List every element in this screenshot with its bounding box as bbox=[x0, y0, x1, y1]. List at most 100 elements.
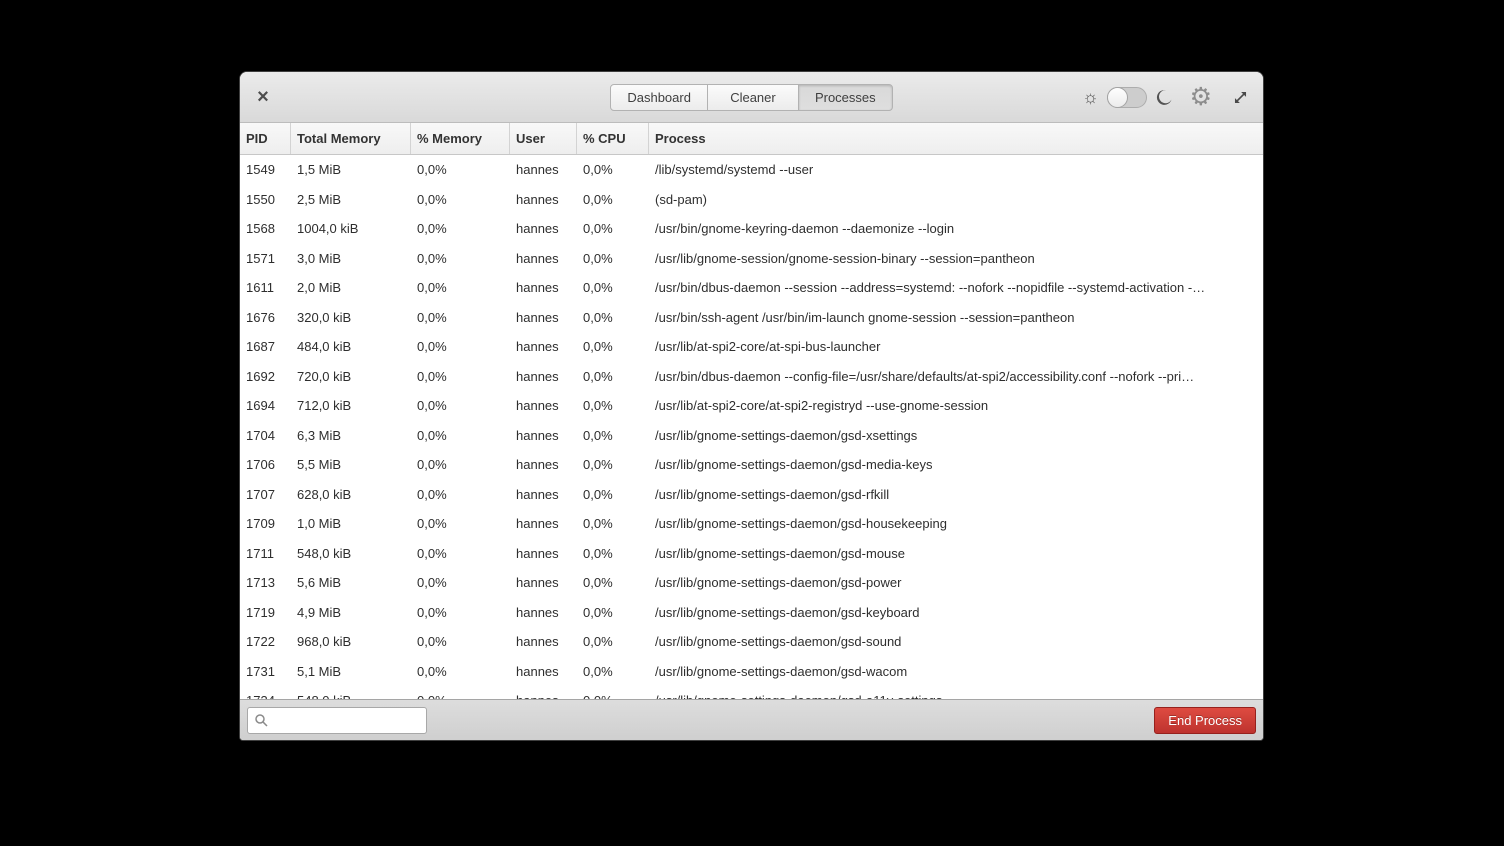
table-row[interactable]: 1731 5,1 MiB 0,0% hannes 0,0% /usr/lib/g… bbox=[240, 657, 1263, 687]
cell-user: hannes bbox=[510, 398, 577, 413]
cell-total-memory: 5,6 MiB bbox=[291, 575, 411, 590]
cell-pid: 1722 bbox=[240, 634, 291, 649]
table-row[interactable]: 1550 2,5 MiB 0,0% hannes 0,0% (sd-pam) bbox=[240, 185, 1263, 215]
close-button[interactable]: × bbox=[248, 72, 278, 122]
cell-memory-pct: 0,0% bbox=[411, 221, 510, 236]
cell-total-memory: 320,0 kiB bbox=[291, 310, 411, 325]
cell-cpu-pct: 0,0% bbox=[577, 575, 649, 590]
cell-process: /usr/bin/ssh-agent /usr/bin/im-launch gn… bbox=[649, 310, 1263, 325]
cell-cpu-pct: 0,0% bbox=[577, 516, 649, 531]
table-row[interactable]: 1692 720,0 kiB 0,0% hannes 0,0% /usr/bin… bbox=[240, 362, 1263, 392]
light-mode-icon: ☼ bbox=[1082, 88, 1099, 106]
cell-process: (sd-pam) bbox=[649, 192, 1263, 207]
cell-process: /usr/lib/gnome-settings-daemon/gsd-keybo… bbox=[649, 605, 1263, 620]
dark-mode-toggle[interactable] bbox=[1107, 87, 1147, 108]
tab-dashboard[interactable]: Dashboard bbox=[610, 84, 708, 111]
fullscreen-icon[interactable] bbox=[1232, 89, 1249, 106]
cell-process: /usr/lib/gnome-settings-daemon/gsd-xsett… bbox=[649, 428, 1263, 443]
cell-process: /usr/lib/gnome-settings-daemon/gsd-house… bbox=[649, 516, 1263, 531]
column-header-total-memory[interactable]: Total Memory bbox=[291, 123, 411, 154]
table-row[interactable]: 1706 5,5 MiB 0,0% hannes 0,0% /usr/lib/g… bbox=[240, 450, 1263, 480]
cell-process: /usr/lib/gnome-settings-daemon/gsd-sound bbox=[649, 634, 1263, 649]
cell-cpu-pct: 0,0% bbox=[577, 428, 649, 443]
cell-process: /usr/lib/gnome-settings-daemon/gsd-rfkil… bbox=[649, 487, 1263, 502]
table-row[interactable]: 1568 1004,0 kiB 0,0% hannes 0,0% /usr/bi… bbox=[240, 214, 1263, 244]
end-process-button[interactable]: End Process bbox=[1154, 707, 1256, 734]
cell-user: hannes bbox=[510, 251, 577, 266]
cell-user: hannes bbox=[510, 516, 577, 531]
column-header-user[interactable]: User bbox=[510, 123, 577, 154]
table-row[interactable]: 1611 2,0 MiB 0,0% hannes 0,0% /usr/bin/d… bbox=[240, 273, 1263, 303]
cell-memory-pct: 0,0% bbox=[411, 162, 510, 177]
cell-cpu-pct: 0,0% bbox=[577, 310, 649, 325]
cell-memory-pct: 0,0% bbox=[411, 310, 510, 325]
table-row[interactable]: 1704 6,3 MiB 0,0% hannes 0,0% /usr/lib/g… bbox=[240, 421, 1263, 451]
table-row[interactable]: 1707 628,0 kiB 0,0% hannes 0,0% /usr/lib… bbox=[240, 480, 1263, 510]
table-row[interactable]: 1713 5,6 MiB 0,0% hannes 0,0% /usr/lib/g… bbox=[240, 568, 1263, 598]
cell-memory-pct: 0,0% bbox=[411, 605, 510, 620]
cell-total-memory: 1,0 MiB bbox=[291, 516, 411, 531]
search-input[interactable] bbox=[273, 708, 420, 733]
column-header-cpu-pct[interactable]: % CPU bbox=[577, 123, 649, 154]
tab-processes[interactable]: Processes bbox=[798, 84, 893, 111]
cell-memory-pct: 0,0% bbox=[411, 546, 510, 561]
search-icon bbox=[254, 713, 269, 728]
cell-pid: 1719 bbox=[240, 605, 291, 620]
cell-memory-pct: 0,0% bbox=[411, 251, 510, 266]
cell-cpu-pct: 0,0% bbox=[577, 605, 649, 620]
cell-total-memory: 628,0 kiB bbox=[291, 487, 411, 502]
cell-cpu-pct: 0,0% bbox=[577, 487, 649, 502]
cell-process: /usr/lib/gnome-settings-daemon/gsd-wacom bbox=[649, 664, 1263, 679]
cell-total-memory: 2,5 MiB bbox=[291, 192, 411, 207]
table-row[interactable]: 1711 548,0 kiB 0,0% hannes 0,0% /usr/lib… bbox=[240, 539, 1263, 569]
cell-total-memory: 5,5 MiB bbox=[291, 457, 411, 472]
cell-pid: 1692 bbox=[240, 369, 291, 384]
cell-pid: 1713 bbox=[240, 575, 291, 590]
cell-cpu-pct: 0,0% bbox=[577, 457, 649, 472]
cell-user: hannes bbox=[510, 162, 577, 177]
cell-user: hannes bbox=[510, 634, 577, 649]
cell-user: hannes bbox=[510, 575, 577, 590]
toggle-knob bbox=[1107, 87, 1128, 108]
cell-cpu-pct: 0,0% bbox=[577, 634, 649, 649]
titlebar: × DashboardCleanerProcesses ☼ ⚙ bbox=[240, 72, 1263, 123]
table-row[interactable]: 1722 968,0 kiB 0,0% hannes 0,0% /usr/lib… bbox=[240, 627, 1263, 657]
cell-total-memory: 968,0 kiB bbox=[291, 634, 411, 649]
cell-pid: 1731 bbox=[240, 664, 291, 679]
cell-pid: 1549 bbox=[240, 162, 291, 177]
cell-process: /usr/bin/gnome-keyring-daemon --daemoniz… bbox=[649, 221, 1263, 236]
cell-total-memory: 1004,0 kiB bbox=[291, 221, 411, 236]
cell-cpu-pct: 0,0% bbox=[577, 398, 649, 413]
table-row[interactable]: 1709 1,0 MiB 0,0% hannes 0,0% /usr/lib/g… bbox=[240, 509, 1263, 539]
table-row[interactable]: 1687 484,0 kiB 0,0% hannes 0,0% /usr/lib… bbox=[240, 332, 1263, 362]
cell-pid: 1676 bbox=[240, 310, 291, 325]
settings-gear-icon[interactable]: ⚙ bbox=[1190, 85, 1212, 110]
cell-memory-pct: 0,0% bbox=[411, 664, 510, 679]
column-header-pid[interactable]: PID bbox=[240, 123, 291, 154]
column-header-process[interactable]: Process bbox=[649, 123, 1263, 154]
cell-pid: 1571 bbox=[240, 251, 291, 266]
cell-total-memory: 548,0 kiB bbox=[291, 546, 411, 561]
column-header-memory-pct[interactable]: % Memory bbox=[411, 123, 510, 154]
tab-cleaner[interactable]: Cleaner bbox=[707, 84, 799, 111]
cell-user: hannes bbox=[510, 546, 577, 561]
cell-user: hannes bbox=[510, 487, 577, 502]
table-row[interactable]: 1719 4,9 MiB 0,0% hannes 0,0% /usr/lib/g… bbox=[240, 598, 1263, 628]
table-row[interactable]: 1694 712,0 kiB 0,0% hannes 0,0% /usr/lib… bbox=[240, 391, 1263, 421]
table-row[interactable]: 1676 320,0 kiB 0,0% hannes 0,0% /usr/bin… bbox=[240, 303, 1263, 333]
cell-user: hannes bbox=[510, 369, 577, 384]
cell-total-memory: 4,9 MiB bbox=[291, 605, 411, 620]
cell-pid: 1694 bbox=[240, 398, 291, 413]
cell-memory-pct: 0,0% bbox=[411, 634, 510, 649]
cell-cpu-pct: 0,0% bbox=[577, 339, 649, 354]
cell-pid: 1706 bbox=[240, 457, 291, 472]
table-row[interactable]: 1734 548,0 kiB 0,0% hannes 0,0% /usr/lib… bbox=[240, 686, 1263, 699]
cell-process: /usr/bin/dbus-daemon --config-file=/usr/… bbox=[649, 369, 1263, 384]
cell-total-memory: 6,3 MiB bbox=[291, 428, 411, 443]
table-row[interactable]: 1571 3,0 MiB 0,0% hannes 0,0% /usr/lib/g… bbox=[240, 244, 1263, 274]
cell-user: hannes bbox=[510, 664, 577, 679]
cell-total-memory: 1,5 MiB bbox=[291, 162, 411, 177]
cell-total-memory: 720,0 kiB bbox=[291, 369, 411, 384]
search-entry[interactable] bbox=[247, 707, 427, 734]
table-row[interactable]: 1549 1,5 MiB 0,0% hannes 0,0% /lib/syste… bbox=[240, 155, 1263, 185]
